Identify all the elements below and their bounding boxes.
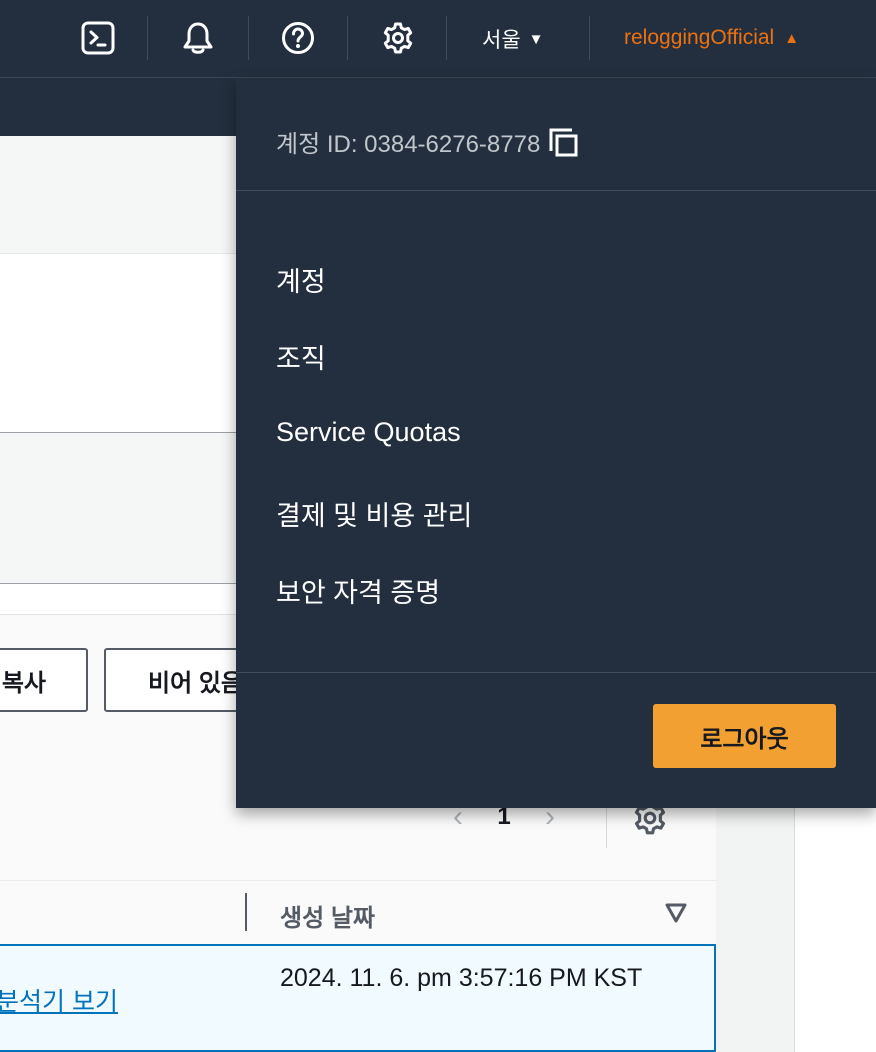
- empty-button-label: 비어 있음: [148, 669, 243, 697]
- column-divider[interactable]: [245, 893, 247, 931]
- top-navigation-bar: 서울 ▼ reloggingOfficial ▲: [0, 0, 876, 78]
- menu-item-organization[interactable]: 조직: [276, 337, 326, 376]
- caret-down-icon: ▼: [528, 30, 544, 48]
- gear-icon[interactable]: [380, 20, 416, 56]
- account-name: reloggingOfficial: [624, 26, 775, 49]
- created-date-cell: 2024. 11. 6. pm 3:57:16 PM KST: [280, 964, 643, 992]
- menu-item-security-credentials[interactable]: 보안 자격 증명: [276, 571, 440, 610]
- menu-item-account[interactable]: 계정: [276, 260, 326, 299]
- account-id-label: 계정 ID: 0384-6276-8778: [276, 131, 541, 158]
- nav-divider: [248, 16, 249, 60]
- bell-icon[interactable]: [180, 20, 216, 56]
- menu-item-service-quotas[interactable]: Service Quotas: [276, 417, 461, 448]
- menu-item-billing[interactable]: 결제 및 비용 관리: [276, 494, 472, 533]
- account-dropdown-menu: 계정 ID: 0384-6276-8778 계정 조직 Service Quot…: [236, 78, 876, 808]
- copy-icon[interactable]: [546, 125, 580, 159]
- menu-divider: [236, 190, 876, 191]
- nav-divider: [446, 16, 447, 60]
- account-id-row: 계정 ID: 0384-6276-8778: [276, 124, 580, 159]
- copy-button-label: 복사: [1, 669, 46, 697]
- region-label: 서울: [482, 29, 521, 52]
- help-icon[interactable]: [280, 20, 316, 56]
- nav-divider: [589, 16, 590, 60]
- sort-down-icon[interactable]: [664, 902, 688, 924]
- view-analyzer-link-text: 분석기 보기: [0, 988, 118, 1016]
- caret-up-icon: ▲: [784, 29, 800, 47]
- nav-divider: [347, 16, 348, 60]
- view-analyzer-link[interactable]: 분석기 보기: [0, 982, 118, 1018]
- copy-button[interactable]: 복사: [0, 648, 88, 712]
- cloudshell-icon[interactable]: [80, 20, 116, 56]
- column-header-created-date[interactable]: 생성 날짜: [280, 898, 375, 933]
- region-selector[interactable]: 서울 ▼: [482, 24, 544, 54]
- nav-divider: [147, 16, 148, 60]
- account-menu-button[interactable]: reloggingOfficial ▲: [624, 26, 799, 50]
- logout-button[interactable]: 로그아웃: [653, 704, 836, 768]
- menu-divider: [236, 672, 876, 673]
